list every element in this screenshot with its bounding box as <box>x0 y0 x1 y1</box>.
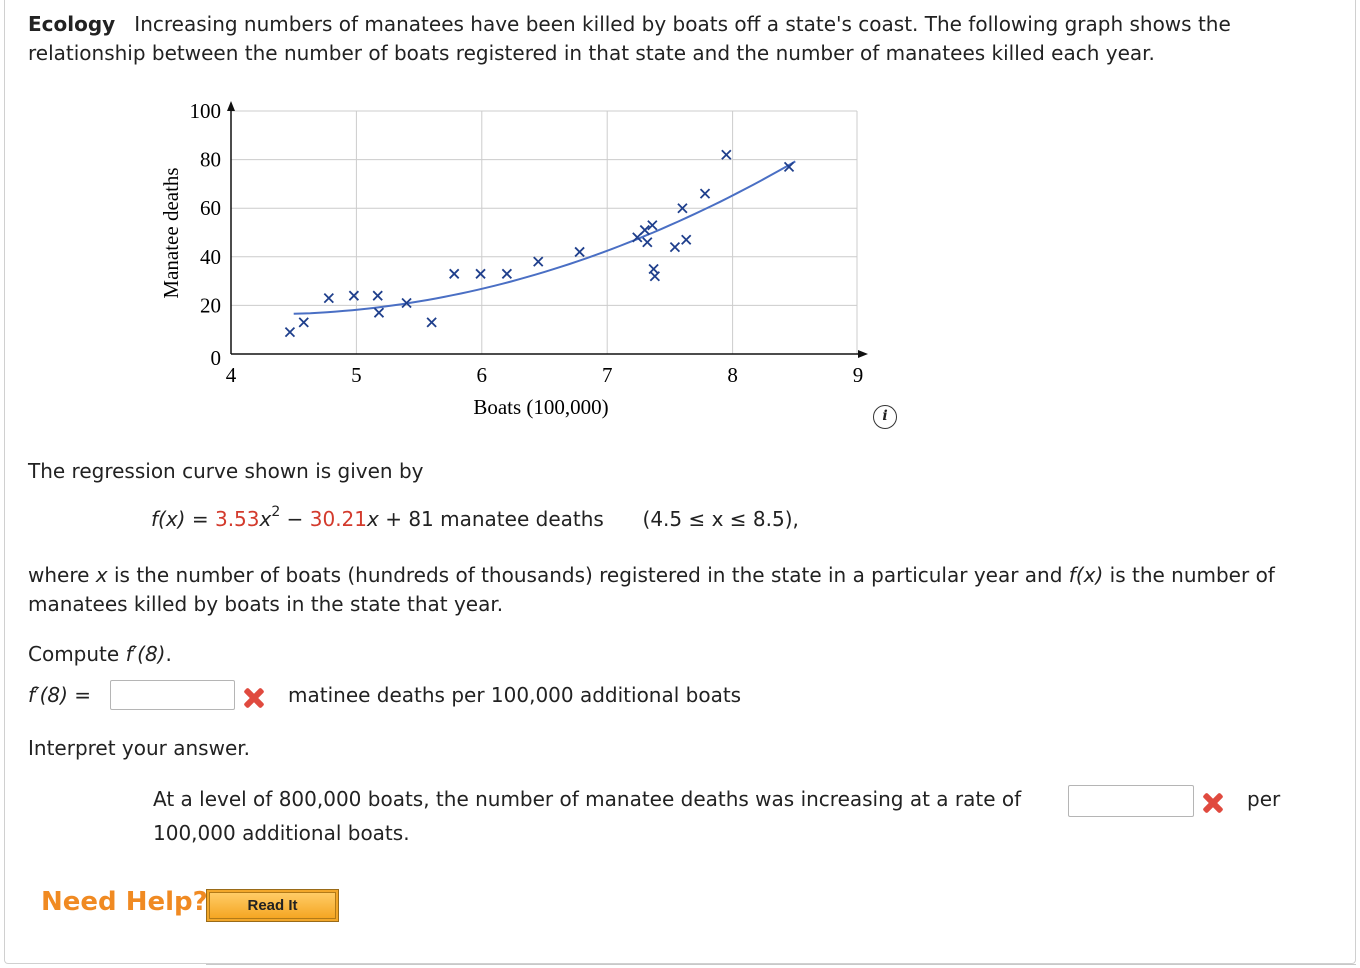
incorrect-icon <box>242 686 266 710</box>
regression-curve <box>293 160 796 315</box>
formula-minus: − <box>280 507 310 531</box>
compute-label: Compute <box>28 642 126 666</box>
data-point <box>647 220 658 231</box>
answer2-per: per <box>1247 787 1281 811</box>
data-point <box>373 307 385 318</box>
coef-b: 30.21 <box>309 507 368 531</box>
data-point <box>449 268 460 279</box>
y-axis-arrow <box>227 101 235 111</box>
coef-a: 3.53 <box>214 507 260 531</box>
data-point <box>649 271 660 282</box>
info-icon[interactable]: i <box>873 405 897 429</box>
y-tick-label: 40 <box>200 245 221 269</box>
data-point <box>669 241 681 253</box>
answer1-label: f′(8) = <box>28 681 91 710</box>
formula-rest: + 81 manatee deaths <box>378 507 604 531</box>
x-tick-label: 6 <box>477 363 488 387</box>
incorrect-icon <box>1201 791 1225 815</box>
x-tick-label: 9 <box>853 363 864 387</box>
answer2-text: At a level of 800,000 boats, the number … <box>153 787 1022 811</box>
formula-fx: f(x) <box>151 507 186 531</box>
data-point <box>501 268 513 279</box>
answer2-after: 100,000 additional boats. <box>153 821 410 845</box>
y-tick-label: 100 <box>190 99 222 123</box>
scatter-chart: 4 5 6 7 8 9 0 20 40 60 80 100 Boats (100,000) Manat… <box>159 99 868 419</box>
intro-text: Increasing numbers of manatees have been… <box>28 12 1231 65</box>
answer1-units: matinee deaths per 100,000 additional bo… <box>288 683 742 707</box>
y-tick-label: 20 <box>200 293 221 317</box>
x-axis-arrow <box>858 350 868 358</box>
x-tick-label: 8 <box>727 363 738 387</box>
data-point <box>533 256 544 267</box>
chart-axes <box>227 101 868 358</box>
x-axis-label: Boats (100,000) <box>473 395 608 419</box>
regression-text: The regression curve shown is given by <box>28 459 424 483</box>
data-point <box>721 149 732 160</box>
data-point <box>426 317 437 328</box>
data-point <box>699 188 711 199</box>
interpret-prompt: Interpret your answer. <box>28 736 251 760</box>
where-text-2: is the number of boats (hundreds of thou… <box>107 563 1069 587</box>
compute-prompt: Compute f′(8). <box>28 640 172 669</box>
where-paragraph: where x is the number of boats (hundreds… <box>28 561 1328 619</box>
x-tick-label: 4 <box>226 363 237 387</box>
data-point <box>639 224 650 236</box>
y-tick-label: 80 <box>200 148 221 172</box>
x-tick-label: 7 <box>602 363 613 387</box>
fprime-answer-input[interactable] <box>110 680 235 710</box>
y-axis-label: Manatee deaths <box>159 167 183 298</box>
compute-end: . <box>165 642 172 666</box>
where-fx: f(x) <box>1068 563 1104 587</box>
data-point <box>642 237 653 248</box>
formula-x2: x <box>259 507 272 531</box>
y-tick-label: 0 <box>211 346 222 370</box>
formula-x: x <box>367 507 379 531</box>
topic-label: Ecology <box>28 12 116 36</box>
x-tick-label: 5 <box>351 363 362 387</box>
data-point <box>475 268 486 279</box>
need-help-label: Need Help? <box>41 887 208 917</box>
answer1-fprime: f′(8) <box>28 683 68 707</box>
where-text-1: where <box>28 563 96 587</box>
formula-eq: = <box>185 507 215 531</box>
compute-fprime: f′(8) <box>125 642 166 666</box>
answer1-eq: = <box>67 683 92 707</box>
chart-ticks: 4 5 6 7 8 9 0 20 40 60 80 100 <box>190 99 864 387</box>
formula-exponent: 2 <box>271 504 281 521</box>
data-point <box>284 326 296 338</box>
regression-formula: f(x) = 3.53x2 − 30.21x + 81 manatee deat… <box>151 505 799 534</box>
formula-domain: (4.5 ≤ x ≤ 8.5), <box>642 507 799 531</box>
chart-grid <box>231 110 858 354</box>
data-point <box>681 234 692 245</box>
read-it-button[interactable]: Read It <box>206 889 339 922</box>
divider <box>206 964 1356 965</box>
y-tick-label: 60 <box>200 196 221 220</box>
intro-paragraph: Ecology Increasing numbers of manatees h… <box>28 10 1328 68</box>
rate-answer-input[interactable] <box>1068 785 1194 817</box>
data-point <box>298 317 309 328</box>
data-point <box>574 246 585 258</box>
data-point <box>323 292 334 304</box>
data-point <box>372 290 383 301</box>
data-point <box>348 290 360 301</box>
where-x: x <box>95 563 108 587</box>
read-it-label: Read It <box>209 892 336 919</box>
